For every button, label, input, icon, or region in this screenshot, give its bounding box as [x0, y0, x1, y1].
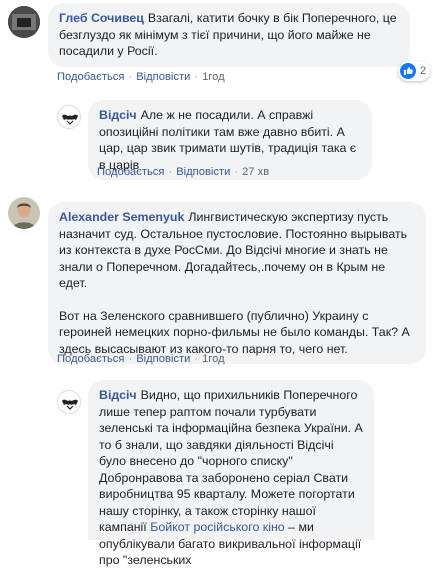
like-button[interactable]: Подобається [57, 353, 124, 365]
separator-dot: · [194, 71, 199, 83]
comment-time[interactable]: 1год [202, 71, 225, 83]
separator-dot: · [234, 166, 239, 178]
comment-bubble: Глеб Сочивец Взагалі, катити бочку в бік … [48, 3, 410, 67]
comment-actions: Подобається · Відповісти · 1год [57, 71, 225, 83]
comment-author[interactable]: Alexander Semenyuk [59, 210, 184, 224]
comment-text: Видно, що прихильників Поперечного лише … [99, 388, 363, 534]
comment-actions: Подобається · Відповісти · 27 хв [97, 166, 269, 178]
comment-bubble: Відсіч Видно, що прихильників Поперечного… [88, 380, 374, 567]
avatar[interactable] [57, 105, 81, 129]
comment-time[interactable]: 27 хв [242, 166, 269, 178]
comment-author[interactable]: Відсіч [99, 108, 137, 122]
comment-text-paragraph: Вот на Зеленского сравнившего (публично)… [59, 308, 410, 356]
comment-time[interactable]: 1год [202, 353, 225, 365]
like-icon [400, 63, 416, 79]
reply-button[interactable]: Відповісти [136, 71, 190, 83]
avatar[interactable] [8, 197, 40, 229]
reply-button[interactable]: Відповісти [176, 166, 230, 178]
comment-actions: Подобається · Відповісти · 1год [57, 353, 225, 365]
avatar[interactable] [57, 390, 81, 414]
separator-dot: · [128, 71, 133, 83]
separator-dot: · [128, 353, 133, 365]
like-button[interactable]: Подобається [57, 71, 124, 83]
campaign-link[interactable]: Бойкот російського кіно [150, 520, 284, 534]
reply-button[interactable]: Відповісти [136, 353, 190, 365]
like-button[interactable]: Подобається [97, 166, 164, 178]
comment-author[interactable]: Відсіч [99, 388, 137, 402]
reaction-summary[interactable]: 2 [398, 61, 431, 81]
reaction-count: 2 [420, 65, 427, 77]
avatar[interactable] [8, 6, 40, 38]
comment-text: Але ж не посадили. А справжі опозиційні … [99, 108, 357, 172]
separator-dot: · [194, 353, 199, 365]
comment-author[interactable]: Глеб Сочивец [59, 11, 144, 25]
separator-dot: · [168, 166, 173, 178]
comment-bubble: Alexander Semenyuk Лингвистическую экспер… [48, 202, 426, 364]
